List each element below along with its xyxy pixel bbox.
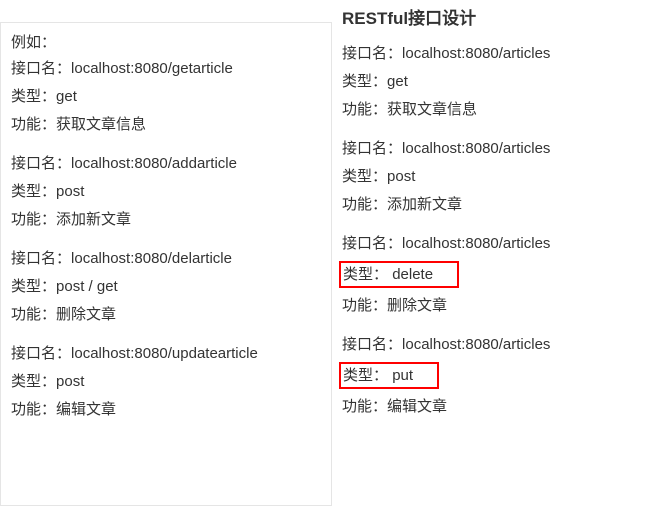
api-func-row: 功能： 编辑文章 [11, 399, 321, 420]
api-type-label: 类型： [343, 367, 388, 384]
api-name-value: localhost:8080/articles [402, 334, 550, 355]
api-func-value: 添加新文章 [387, 194, 462, 215]
api-func-label: 功能： [11, 114, 56, 135]
api-name-row: 接口名： localhost:8080/delarticle [11, 248, 321, 269]
api-type-label: 类型： [11, 371, 56, 392]
api-name-value: localhost:8080/articles [402, 138, 550, 159]
comparison-container: 例如： 接口名： localhost:8080/getarticle 类型： g… [0, 0, 648, 506]
api-type-row: 类型： post / get [11, 276, 321, 297]
api-func-value: 编辑文章 [387, 396, 447, 417]
api-name-value: localhost:8080/delarticle [71, 248, 232, 269]
api-type-value: delete [392, 266, 433, 283]
api-func-label: 功能： [342, 194, 387, 215]
api-type-label: 类型： [11, 276, 56, 297]
api-type-row: 类型： put [342, 362, 638, 389]
api-type-row: 类型： post [342, 166, 638, 187]
api-name-row: 接口名： localhost:8080/getarticle [11, 58, 321, 79]
api-type-label: 类型： [342, 166, 387, 187]
api-type-label: 类型： [11, 181, 56, 202]
api-name-label: 接口名： [342, 138, 402, 159]
api-func-row: 功能： 获取文章信息 [342, 99, 638, 120]
right-group-1: 接口名： localhost:8080/articles 类型： post 功能… [342, 138, 638, 215]
api-type-label: 类型： [342, 71, 387, 92]
right-group-0: 接口名： localhost:8080/articles 类型： get 功能：… [342, 43, 638, 120]
api-type-value: post [387, 166, 415, 187]
api-name-row: 接口名： localhost:8080/articles [342, 233, 638, 254]
api-name-row: 接口名： localhost:8080/updatearticle [11, 343, 321, 364]
api-type-label: 类型： [343, 266, 388, 283]
api-func-value: 添加新文章 [56, 209, 131, 230]
left-group-2: 接口名： localhost:8080/delarticle 类型： post … [11, 248, 321, 325]
api-type-row: 类型： get [11, 86, 321, 107]
highlight-box: 类型： put [339, 362, 439, 389]
api-type-row: 类型： post [11, 371, 321, 392]
api-func-value: 获取文章信息 [387, 99, 477, 120]
api-type-row: 类型： get [342, 71, 638, 92]
api-type-value: post / get [56, 276, 118, 297]
api-type-value: post [56, 371, 84, 392]
api-type-label: 类型： [11, 86, 56, 107]
api-func-row: 功能： 添加新文章 [11, 209, 321, 230]
api-type-value: post [56, 181, 84, 202]
api-func-row: 功能： 编辑文章 [342, 396, 638, 417]
traditional-column: 例如： 接口名： localhost:8080/getarticle 类型： g… [0, 22, 332, 506]
api-name-label: 接口名： [11, 343, 71, 364]
api-name-row: 接口名： localhost:8080/articles [342, 334, 638, 355]
api-name-row: 接口名： localhost:8080/addarticle [11, 153, 321, 174]
api-name-label: 接口名： [11, 153, 71, 174]
api-name-label: 接口名： [342, 43, 402, 64]
api-name-row: 接口名： localhost:8080/articles [342, 138, 638, 159]
api-func-value: 获取文章信息 [56, 114, 146, 135]
api-name-label: 接口名： [342, 334, 402, 355]
api-type-row: 类型： post [11, 181, 321, 202]
restful-column: RESTful接口设计 接口名： localhost:8080/articles… [332, 0, 648, 506]
api-type-value: put [392, 367, 413, 384]
restful-title: RESTful接口设计 [342, 4, 638, 29]
api-func-label: 功能： [342, 99, 387, 120]
right-group-2: 接口名： localhost:8080/articles 类型： delete … [342, 233, 638, 316]
api-func-label: 功能： [11, 304, 56, 325]
api-name-label: 接口名： [342, 233, 402, 254]
api-func-row: 功能： 获取文章信息 [11, 114, 321, 135]
api-name-label: 接口名： [11, 58, 71, 79]
api-name-value: localhost:8080/updatearticle [71, 343, 258, 364]
example-lead: 例如： [11, 31, 321, 52]
api-type-value: get [387, 71, 408, 92]
api-name-row: 接口名： localhost:8080/articles [342, 43, 638, 64]
left-group-1: 接口名： localhost:8080/addarticle 类型： post … [11, 153, 321, 230]
api-func-value: 删除文章 [387, 295, 447, 316]
left-group-0: 接口名： localhost:8080/getarticle 类型： get 功… [11, 58, 321, 135]
api-func-row: 功能： 删除文章 [11, 304, 321, 325]
api-func-label: 功能： [342, 295, 387, 316]
api-name-value: localhost:8080/getarticle [71, 58, 233, 79]
api-func-label: 功能： [342, 396, 387, 417]
api-name-value: localhost:8080/addarticle [71, 153, 237, 174]
api-type-value: get [56, 86, 77, 107]
highlight-box: 类型： delete [339, 261, 459, 288]
api-func-value: 删除文章 [56, 304, 116, 325]
api-func-row: 功能： 添加新文章 [342, 194, 638, 215]
api-func-label: 功能： [11, 399, 56, 420]
api-name-value: localhost:8080/articles [402, 43, 550, 64]
api-name-label: 接口名： [11, 248, 71, 269]
api-type-row: 类型： delete [342, 261, 638, 288]
api-func-row: 功能： 删除文章 [342, 295, 638, 316]
api-func-value: 编辑文章 [56, 399, 116, 420]
left-group-3: 接口名： localhost:8080/updatearticle 类型： po… [11, 343, 321, 420]
api-name-value: localhost:8080/articles [402, 233, 550, 254]
api-func-label: 功能： [11, 209, 56, 230]
right-group-3: 接口名： localhost:8080/articles 类型： put 功能：… [342, 334, 638, 417]
